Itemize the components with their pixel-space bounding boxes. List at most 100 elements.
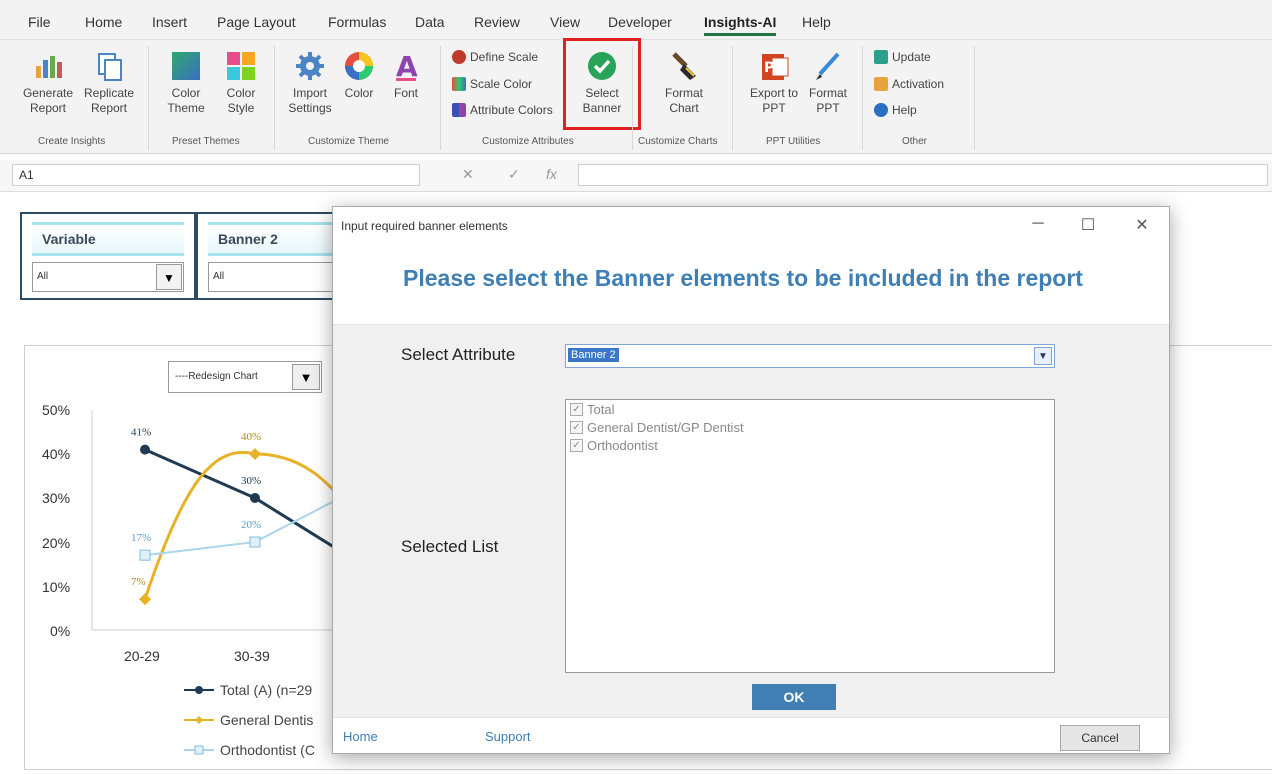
close-icon[interactable]: ✕ bbox=[1127, 215, 1157, 235]
format-chart-button[interactable]: Format Chart bbox=[654, 48, 714, 116]
data-point bbox=[140, 444, 150, 455]
checkbox[interactable]: ✓ bbox=[570, 439, 583, 452]
selected-list-label: Selected List bbox=[401, 537, 499, 556]
list-item-label: General Dentist/GP Dentist bbox=[587, 420, 744, 435]
formula-input[interactable] bbox=[578, 164, 1268, 186]
legend-marker bbox=[184, 686, 214, 694]
data-label: 41% bbox=[131, 427, 151, 439]
font-button[interactable]: A Font bbox=[386, 48, 426, 101]
confirm-formula-icon[interactable]: ✓ bbox=[508, 166, 520, 183]
dialog-footer bbox=[333, 717, 1169, 753]
legend-item-gp: General Dentis bbox=[184, 712, 313, 728]
legend-label: Total (A) (n=29 bbox=[220, 682, 313, 698]
series-line bbox=[144, 448, 340, 553]
tab-review[interactable]: Review bbox=[474, 14, 520, 30]
color-button[interactable]: Color bbox=[338, 48, 380, 101]
help-icon bbox=[874, 103, 888, 117]
tab-insights-ai[interactable]: Insights-AI bbox=[704, 14, 777, 36]
group-separator bbox=[632, 46, 633, 150]
legend-label: Orthodontist (C bbox=[220, 742, 315, 758]
banner-elements-list: ✓ Total ✓ General Dentist/GP Dentist ✓ O… bbox=[565, 399, 1055, 673]
data-point bbox=[139, 549, 151, 561]
scale-color-label: Scale Color bbox=[470, 77, 533, 91]
banner-dialog: Input required banner elements ─ ☐ ✕ Ple… bbox=[332, 206, 1170, 754]
update-icon bbox=[874, 50, 888, 64]
legend-label: General Dentis bbox=[220, 712, 314, 728]
tab-view[interactable]: View bbox=[550, 14, 580, 30]
attribute-colors-icon bbox=[452, 103, 466, 117]
support-link[interactable]: Support bbox=[485, 729, 531, 744]
export-to-ppt-label: Export to PPT bbox=[749, 86, 799, 115]
attribute-select-value: Banner 2 bbox=[568, 348, 619, 362]
data-label: 30% bbox=[241, 475, 261, 487]
tab-data[interactable]: Data bbox=[415, 14, 445, 30]
home-link[interactable]: Home bbox=[343, 729, 378, 744]
define-scale-label: Define Scale bbox=[470, 50, 539, 64]
group-separator bbox=[440, 46, 441, 150]
color-label: Color bbox=[344, 86, 374, 100]
activation-button[interactable]: Activation bbox=[874, 77, 944, 91]
function-icon[interactable]: fx bbox=[546, 166, 557, 182]
define-scale-button[interactable]: Define Scale bbox=[452, 50, 538, 64]
data-label: 40% bbox=[241, 431, 261, 443]
export-to-ppt-button[interactable]: P Export to PPT bbox=[744, 48, 804, 116]
format-chart-label: Format Chart bbox=[664, 86, 703, 115]
update-button[interactable]: Update bbox=[874, 50, 931, 64]
group-separator bbox=[732, 46, 733, 150]
legend-item-total: Total (A) (n=29 bbox=[184, 682, 312, 698]
tab-developer[interactable]: Developer bbox=[608, 14, 672, 30]
svg-text:P: P bbox=[764, 60, 774, 76]
format-ppt-label: Format PPT bbox=[808, 86, 847, 115]
dialog-title: Input required banner elements bbox=[341, 219, 508, 233]
minimize-icon[interactable]: ─ bbox=[1023, 215, 1053, 233]
key-icon bbox=[874, 77, 888, 91]
format-ppt-button[interactable]: Format PPT bbox=[806, 48, 850, 116]
select-banner-highlight bbox=[563, 38, 641, 130]
select-attribute-label: Select Attribute bbox=[401, 345, 516, 364]
group-ppt-utilities: PPT Utilities bbox=[766, 136, 821, 147]
attribute-colors-label: Attribute Colors bbox=[470, 103, 553, 117]
maximize-icon[interactable]: ☐ bbox=[1073, 215, 1103, 235]
excel-window: File Home Insert Page Layout Formulas Da… bbox=[0, 0, 1272, 774]
update-label: Update bbox=[892, 50, 931, 64]
data-label: 7% bbox=[131, 576, 146, 588]
scale-color-button[interactable]: Scale Color bbox=[452, 77, 532, 91]
cancel-formula-icon[interactable]: ✕ bbox=[462, 166, 474, 183]
scale-color-icon bbox=[452, 77, 466, 91]
list-item-label: Total bbox=[587, 402, 615, 417]
list-item[interactable]: ✓ General Dentist/GP Dentist bbox=[570, 420, 744, 435]
help-label: Help bbox=[892, 103, 917, 117]
list-item[interactable]: ✓ Total bbox=[570, 402, 614, 417]
help-button[interactable]: Help bbox=[874, 103, 917, 117]
dialog-heading: Please select the Banner elements to be … bbox=[403, 265, 1083, 291]
brush-icon bbox=[667, 48, 701, 84]
checkbox[interactable]: ✓ bbox=[570, 403, 583, 416]
group-separator bbox=[974, 46, 975, 150]
line-chart: 41% 30% 7% 40% 17% 20% bbox=[91, 410, 340, 631]
list-item-label: Orthodontist bbox=[587, 438, 658, 453]
group-other: Other bbox=[902, 136, 928, 147]
font-icon: A bbox=[389, 48, 423, 84]
activation-label: Activation bbox=[892, 77, 945, 91]
attribute-select[interactable]: Banner 2 ▼ bbox=[565, 344, 1055, 368]
data-label: 17% bbox=[131, 532, 151, 544]
legend-marker bbox=[184, 745, 214, 755]
powerpoint-icon: P bbox=[757, 48, 791, 84]
group-customize-attributes: Customize Attributes bbox=[482, 136, 574, 147]
checkbox[interactable]: ✓ bbox=[570, 421, 583, 434]
chevron-down-icon[interactable]: ▼ bbox=[1034, 347, 1052, 365]
group-separator bbox=[862, 46, 863, 150]
color-wheel-icon bbox=[342, 48, 376, 84]
group-customize-charts: Customize Charts bbox=[638, 136, 718, 147]
font-label: Font bbox=[393, 86, 418, 100]
tab-help[interactable]: Help bbox=[802, 14, 831, 30]
ok-button[interactable]: OK bbox=[752, 684, 836, 710]
list-item[interactable]: ✓ Orthodontist bbox=[570, 438, 658, 453]
data-label: 20% bbox=[241, 519, 261, 531]
data-point bbox=[249, 448, 261, 460]
scale-icon bbox=[452, 50, 466, 64]
data-point bbox=[139, 593, 151, 606]
attribute-colors-button[interactable]: Attribute Colors bbox=[452, 103, 553, 117]
data-point bbox=[250, 493, 260, 503]
cancel-button[interactable]: Cancel bbox=[1060, 725, 1140, 751]
